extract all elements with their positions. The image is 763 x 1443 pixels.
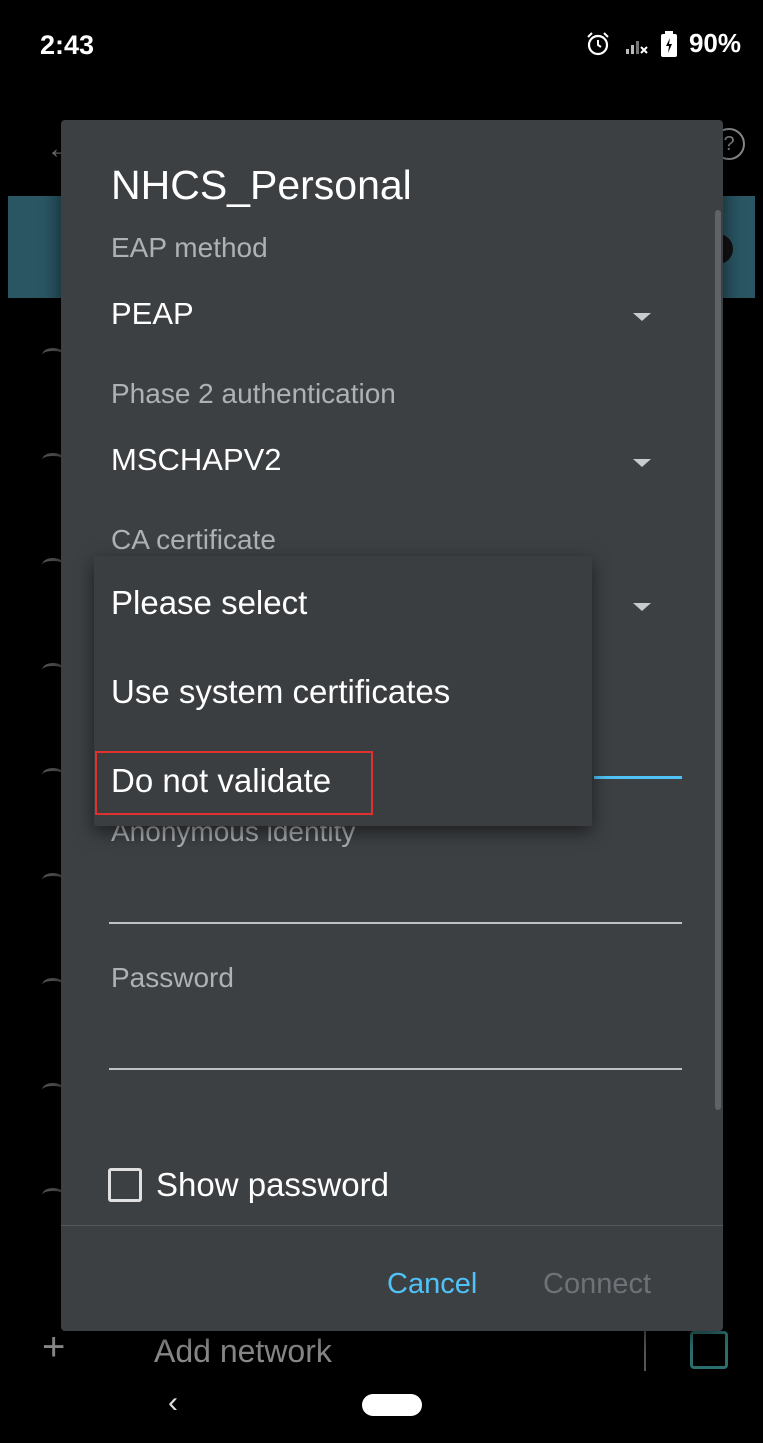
- qr-scan-icon[interactable]: [690, 1331, 728, 1369]
- add-network-label: Add network: [154, 1333, 332, 1369]
- navigation-bar: ‹: [8, 1378, 755, 1435]
- alarm-icon: [587, 31, 609, 55]
- status-time: 2:43: [40, 30, 95, 60]
- show-password-row[interactable]: Show password: [108, 1166, 389, 1204]
- dialog-divider: [61, 1225, 723, 1226]
- domain-field-underline: [594, 776, 682, 779]
- show-password-checkbox[interactable]: [108, 1168, 142, 1202]
- nav-home-pill[interactable]: [362, 1394, 422, 1416]
- nav-back-icon[interactable]: ‹: [168, 1386, 178, 1420]
- plus-icon: +: [42, 1325, 66, 1369]
- anonymous-identity-underline: [109, 922, 682, 924]
- status-bar: 2:43 90%: [8, 8, 755, 88]
- phase2-label: Phase 2 authentication: [111, 378, 396, 409]
- chevron-down-icon[interactable]: [633, 459, 651, 467]
- divider: [644, 1329, 646, 1371]
- phone-screen: 2:43 90% ← ?: [8, 8, 755, 1435]
- password-underline: [109, 1068, 682, 1070]
- show-password-label: Show password: [156, 1166, 389, 1203]
- battery-icon: [660, 30, 677, 57]
- chevron-down-icon[interactable]: [633, 313, 651, 321]
- dialog-scrollbar[interactable]: [715, 210, 721, 1110]
- cancel-button[interactable]: Cancel: [387, 1268, 477, 1301]
- add-network-row[interactable]: + Add network: [8, 1323, 755, 1379]
- chevron-down-icon[interactable]: [633, 603, 651, 611]
- eap-method-select[interactable]: PEAP: [111, 296, 194, 332]
- menu-item-use-system-certificates[interactable]: Use system certificates: [111, 673, 450, 711]
- connect-button[interactable]: Connect: [543, 1268, 651, 1301]
- signal-icon: [625, 40, 648, 54]
- eap-method-label: EAP method: [111, 232, 268, 263]
- ca-certificate-label: CA certificate: [111, 524, 276, 555]
- phase2-select[interactable]: MSCHAPV2: [111, 442, 282, 478]
- menu-item-please-select[interactable]: Please select: [111, 584, 307, 622]
- dialog-title: NHCS_Personal: [111, 162, 412, 208]
- status-icons: 90%: [585, 28, 741, 59]
- highlight-annotation: [95, 751, 373, 815]
- password-label: Password: [111, 962, 234, 993]
- battery-percent: 90%: [688, 28, 741, 58]
